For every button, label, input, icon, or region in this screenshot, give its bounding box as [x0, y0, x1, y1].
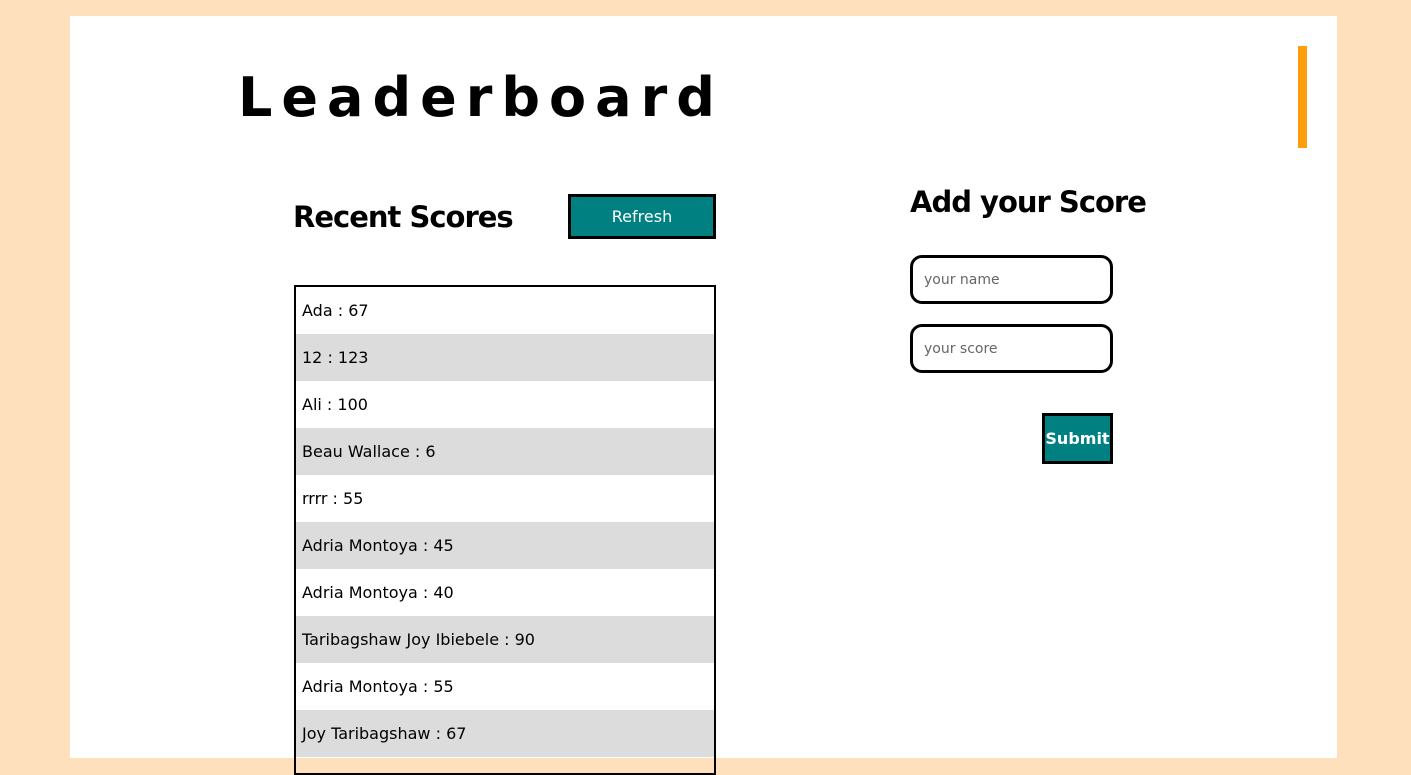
list-item: Adria Montoya : 40 — [302, 583, 454, 602]
list-item: rrrr : 55 — [302, 489, 364, 508]
list-item: Ali : 100 — [302, 395, 368, 414]
name-input[interactable] — [910, 255, 1113, 304]
page-title: Leaderboard — [238, 66, 724, 129]
list-item: Taribagshaw Joy Ibiebele : 90 — [296, 616, 714, 663]
recent-scores-title: Recent Scores — [293, 200, 514, 234]
scores-list[interactable]: Ada : 67 12 : 123 Ali : 100 Beau Wallace… — [294, 285, 716, 775]
score-input[interactable] — [910, 324, 1113, 373]
list-item: Ada : 67 — [302, 301, 369, 320]
list-item: Joy Taribagshaw : 67 — [296, 710, 714, 757]
list-item: Adria Montoya : 55 — [302, 677, 454, 696]
accent-bar — [1298, 46, 1307, 148]
list-item: 12 : 123 — [296, 334, 714, 381]
page-container: Leaderboard Recent Scores Refresh Ada : … — [70, 16, 1337, 775]
list-item: Adria Montoya : 45 — [296, 522, 714, 569]
refresh-button[interactable]: Refresh — [568, 194, 716, 239]
submit-button[interactable]: Submit — [1042, 413, 1113, 464]
add-score-title: Add your Score — [910, 185, 1147, 219]
list-item: Beau Wallace : 6 — [296, 428, 714, 475]
